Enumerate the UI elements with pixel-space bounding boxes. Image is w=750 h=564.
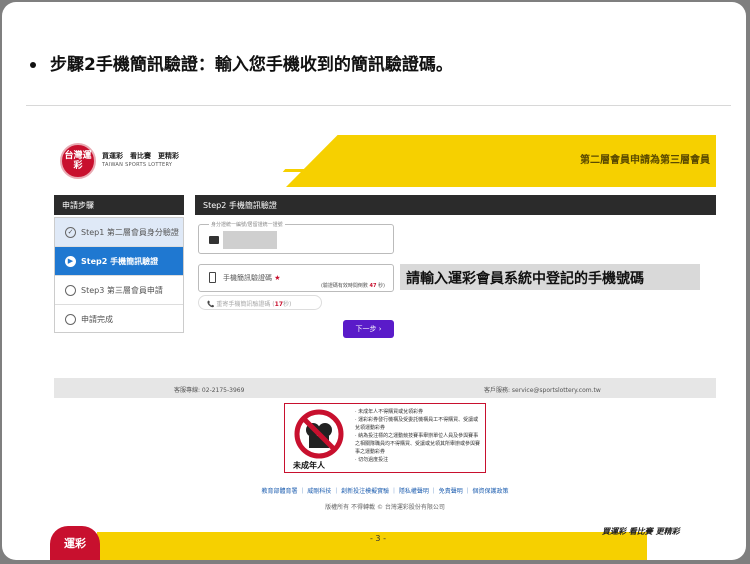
bullet-dot	[30, 62, 36, 68]
id-value-redacted	[223, 231, 277, 249]
sidebar-item-step2[interactable]: ▶ Step2 手機簡訊驗證	[55, 247, 183, 276]
check-icon: ✓	[65, 226, 76, 238]
service-phone: 客服專線: 02-2175-3969	[174, 387, 245, 394]
id-field-legend: 身分證統一編號/居留證統一證號	[209, 221, 285, 228]
id-number-field[interactable]: 身分證統一編號/居留證統一證號	[198, 221, 394, 254]
annotation-callout: 請輸入運彩會員系統中登記的手機號碼	[400, 264, 700, 290]
copyright: 版權所有 不得轉載 © 台灣運彩股份有限公司	[325, 504, 445, 511]
header-stripe	[303, 177, 515, 179]
sidebar-item-label: Step1 第二層會員身分驗證	[81, 227, 179, 237]
id-card-icon	[209, 236, 219, 244]
logo-subtext: TAIWAN SPORTS LOTTERY	[102, 162, 173, 168]
sms-code-input[interactable]: 手機簡訊驗證碼 ★ (驗證碼有效時間倒數 47 秒)	[198, 264, 394, 292]
footer-contact-bar: 客服專線: 02-2175-3969 客戶服務: service@sportsl…	[54, 378, 716, 398]
service-email[interactable]: 客戶服務: service@sportslottery.com.tw	[484, 385, 601, 394]
sidebar-item-label: Step2 手機簡訊驗證	[81, 256, 159, 266]
circle-icon	[65, 284, 76, 296]
sidebar-title: 申請步驟	[54, 195, 184, 215]
sidebar-item-complete[interactable]: 申請完成	[55, 305, 183, 334]
sidebar-item-label: 申請完成	[81, 315, 113, 324]
site-header: 台灣運彩 買運彩 看比賽 更精彩 TAIWAN SPORTS LOTTERY 第…	[54, 135, 716, 187]
footer-logo: 運彩	[50, 526, 100, 560]
no-underage-icon	[294, 409, 344, 459]
slide-title: 步驟2手機簡訊驗證：輸入您手機收到的簡訊驗證碼。	[30, 50, 453, 75]
slide: 步驟2手機簡訊驗證：輸入您手機收到的簡訊驗證碼。 台灣運彩 買運彩 看比賽 更精…	[2, 2, 746, 560]
warning-text: · 未成年人不得購買或兌領彩券 · 運彩彩券發行機構及受委託機構員工不得購買、受…	[355, 409, 481, 463]
phone-icon	[209, 272, 216, 283]
header-stripe	[282, 169, 526, 172]
resend-sms-button[interactable]: 📞 重寄手機簡訊驗證碼 (17秒)	[198, 295, 322, 310]
underage-warning: 未成年人 · 未成年人不得購買或兌領彩券 · 運彩彩券發行機構及受委託機構員工不…	[284, 403, 486, 473]
play-icon: ▶	[65, 255, 76, 267]
countdown-note: (驗證碼有效時間倒數 47 秒)	[320, 283, 385, 289]
sidebar-item-step1[interactable]: ✓ Step1 第二層會員身分驗證	[55, 218, 183, 247]
sidebar-item-step3[interactable]: Step3 第三層會員申請	[55, 276, 183, 305]
slide-footer: 運彩 - 3 - 買運彩 看比賽 更精彩	[2, 522, 746, 560]
page-number: - 3 -	[370, 534, 386, 543]
step-sidebar: ✓ Step1 第二層會員身分驗證 ▶ Step2 手機簡訊驗證 Step3 第三層…	[54, 217, 184, 333]
circle-icon	[65, 314, 76, 325]
sms-code-placeholder: 手機簡訊驗證碼 ★	[223, 274, 281, 282]
logo-text: 買運彩 看比賽 更精彩	[102, 152, 179, 160]
divider	[26, 105, 731, 106]
sidebar-item-label: Step3 第三層會員申請	[81, 285, 163, 295]
footer-links[interactable]: 教育部體育署 ｜ 威剛科技 ｜ 創新投注模擬實驗 ｜ 隱私權聲明 ｜ 免責聲明 …	[54, 486, 716, 495]
header-title: 第二層會員申請為第三層會員	[580, 155, 710, 166]
next-step-button[interactable]: 下一步 ›	[343, 320, 394, 338]
slogan: 買運彩 看比賽 更精彩	[602, 527, 680, 536]
slide-title-text: 步驟2手機簡訊驗證：輸入您手機收到的簡訊驗證碼。	[50, 55, 453, 75]
site-logo[interactable]: 台灣運彩	[60, 143, 96, 179]
main-title: Step2 手機簡訊驗證	[195, 195, 716, 215]
warning-caption: 未成年人	[293, 461, 325, 470]
